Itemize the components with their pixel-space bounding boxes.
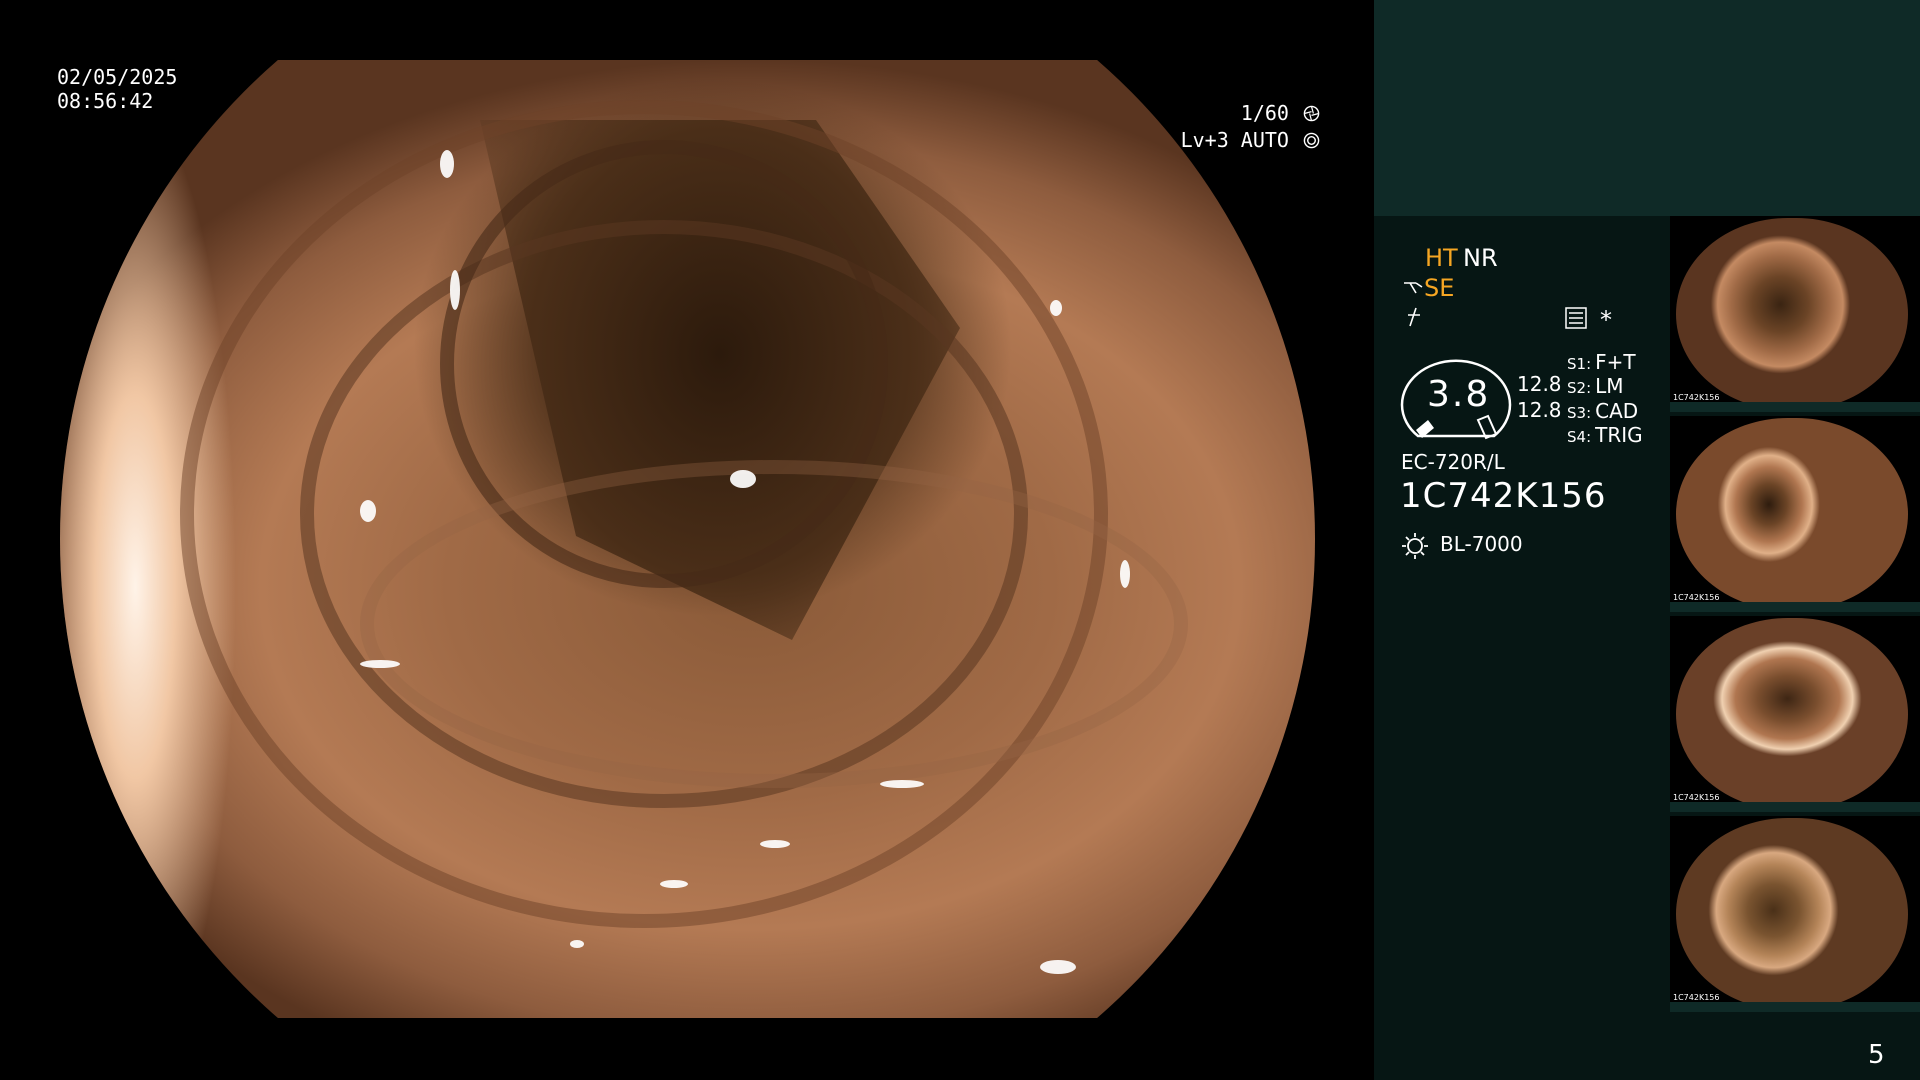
gauge-value: 3.8 xyxy=(1427,374,1491,415)
specular-highlight xyxy=(1040,960,1076,974)
switch-key: S1: xyxy=(1567,355,1592,373)
switch-4: S4: TRIG xyxy=(1567,423,1643,447)
thumbnail-bar xyxy=(1670,402,1920,412)
menu-icon xyxy=(1565,307,1587,329)
switch-value: F+T xyxy=(1595,350,1636,374)
specular-highlight xyxy=(880,780,924,788)
scope-model: EC-720R/L xyxy=(1401,450,1505,474)
switch-1: S1: F+T xyxy=(1567,350,1636,374)
aperture-icon xyxy=(1303,105,1320,122)
specular-highlight xyxy=(360,660,400,668)
endoscope-video-area: 02/05/2025 08:56:42 1/60 Lv+3 AUTO xyxy=(0,0,1374,1080)
panel-header xyxy=(1374,0,1920,216)
freeze-icon xyxy=(1408,307,1420,327)
nr-indicator: NR xyxy=(1463,244,1498,272)
switch-value: TRIG xyxy=(1595,423,1643,447)
switch-key: S2: xyxy=(1567,379,1592,397)
thumbnail-bar xyxy=(1670,602,1920,612)
switch-key: S3: xyxy=(1567,404,1592,422)
thumbnail-image xyxy=(1676,618,1908,810)
switch-key: S4: xyxy=(1567,428,1592,446)
thumbnail-id: 1C742K156 xyxy=(1673,393,1720,402)
scope-serial: 1C742K156 xyxy=(1400,476,1607,516)
page-number: 5 xyxy=(1868,1040,1885,1070)
capture-thumbnail[interactable]: 1C742K156 xyxy=(1670,416,1920,612)
switch-2: S2: LM xyxy=(1567,374,1624,398)
specular-highlight xyxy=(450,270,460,310)
thumbnail-id: 1C742K156 xyxy=(1673,793,1720,802)
value-2: 12.8 xyxy=(1517,398,1562,422)
exam-date: 02/05/2025 xyxy=(57,65,178,89)
light-source-icon xyxy=(1402,533,1428,559)
capture-thumbnail[interactable]: 1C742K156 xyxy=(1670,216,1920,412)
se-indicator: SE xyxy=(1424,274,1455,302)
thumbnail-bar xyxy=(1670,802,1920,812)
ht-indicator: HT xyxy=(1425,244,1458,272)
shutter-indicator: 1/60 xyxy=(1241,100,1320,126)
specular-highlight xyxy=(760,840,790,848)
capture-thumbnail[interactable]: 1C742K156 xyxy=(1670,616,1920,812)
endoscopic-image xyxy=(60,60,1315,1018)
switch-value: CAD xyxy=(1595,399,1639,423)
thumbnail-id: 1C742K156 xyxy=(1673,993,1720,1002)
structure-enhance-icon xyxy=(1404,282,1423,294)
level-value: Lv+3 AUTO xyxy=(1180,128,1289,152)
specular-highlight xyxy=(570,940,584,948)
specular-highlight xyxy=(1050,300,1062,316)
thumbnail-image xyxy=(1676,818,1908,1010)
specular-highlight xyxy=(660,880,688,888)
thumbnail-bar xyxy=(1670,1002,1920,1012)
specular-highlight xyxy=(730,470,756,488)
capture-thumbnail[interactable]: 1C742K156 xyxy=(1670,816,1920,1012)
light-source: BL-7000 xyxy=(1440,532,1523,556)
switch-3: S3: CAD xyxy=(1567,399,1638,423)
shutter-value: 1/60 xyxy=(1240,101,1289,125)
level-indicator: Lv+3 AUTO xyxy=(1181,127,1320,153)
specular-highlight xyxy=(440,150,454,178)
value-1: 12.8 xyxy=(1517,372,1562,396)
specular-highlight xyxy=(1120,560,1130,588)
switch-value: LM xyxy=(1595,374,1624,398)
thumbnail-image xyxy=(1676,418,1908,610)
mucosal-fold xyxy=(360,460,1188,788)
specular-highlight xyxy=(360,500,376,522)
thumbnail-id: 1C742K156 xyxy=(1673,593,1720,602)
auto-iris-icon xyxy=(1303,132,1320,149)
exam-time: 08:56:42 xyxy=(57,89,154,113)
thumbnail-image xyxy=(1676,218,1908,410)
star-indicator: * xyxy=(1600,306,1612,334)
